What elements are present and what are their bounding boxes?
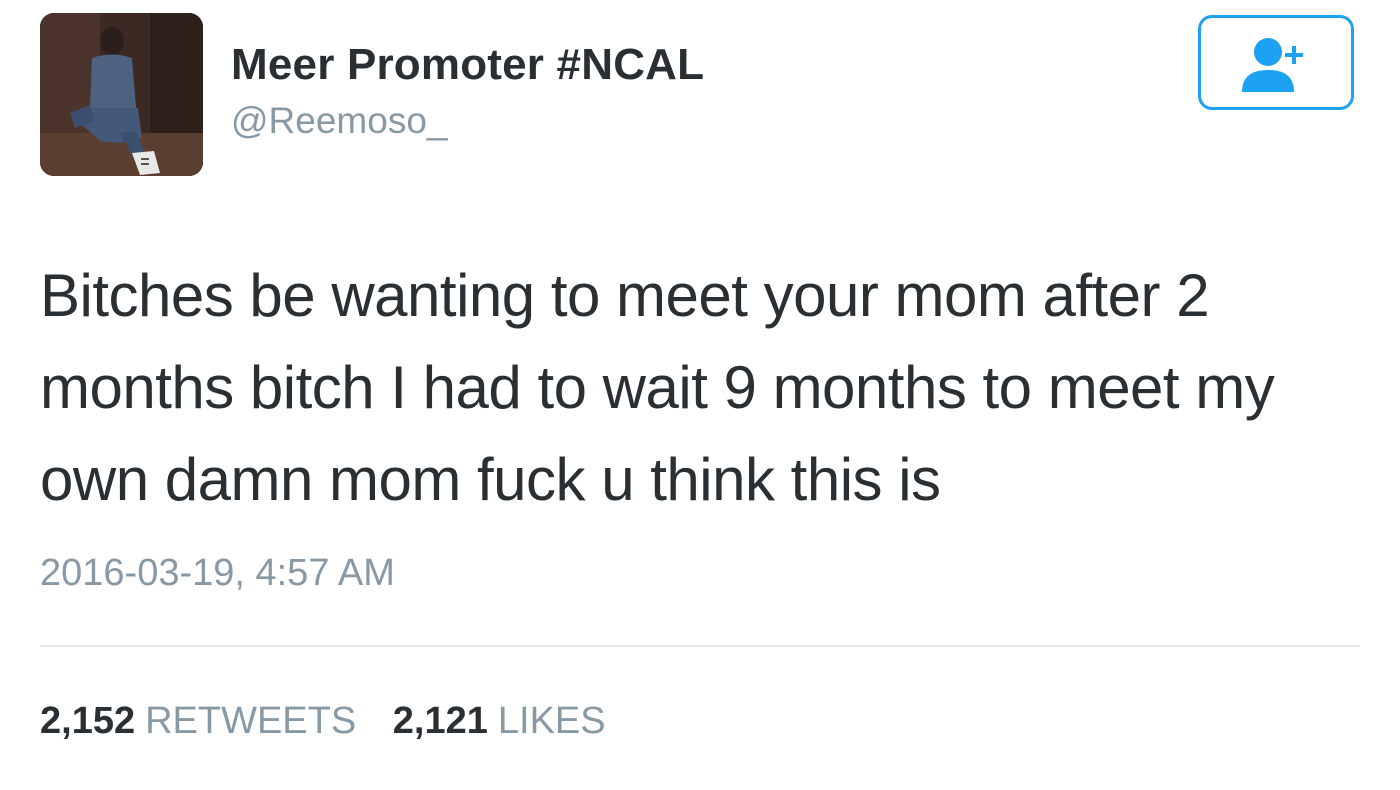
display-name[interactable]: Meer Promoter #NCAL [231,40,704,90]
add-user-icon [1242,37,1303,92]
retweets-stat[interactable]: 2,152 RETWEETS [40,700,356,743]
tweet-stats: 2,152 RETWEETS 2,121 LIKES [40,700,632,743]
user-handle[interactable]: @Reemoso_ [231,100,448,142]
retweets-count: 2,152 [40,700,136,742]
retweets-label: RETWEETS [145,700,357,742]
tweet-text: Bitches be wanting to meet your mom afte… [40,262,1275,513]
divider [40,645,1360,647]
follow-button[interactable] [1198,15,1354,110]
avatar-photo [40,13,203,176]
tweet-timestamp[interactable]: 2016-03-19, 4:57 AM [40,552,395,595]
likes-label: LIKES [497,700,606,742]
likes-count: 2,121 [392,700,488,742]
avatar[interactable] [40,13,203,176]
likes-stat[interactable]: 2,121 LIKES [393,700,606,743]
